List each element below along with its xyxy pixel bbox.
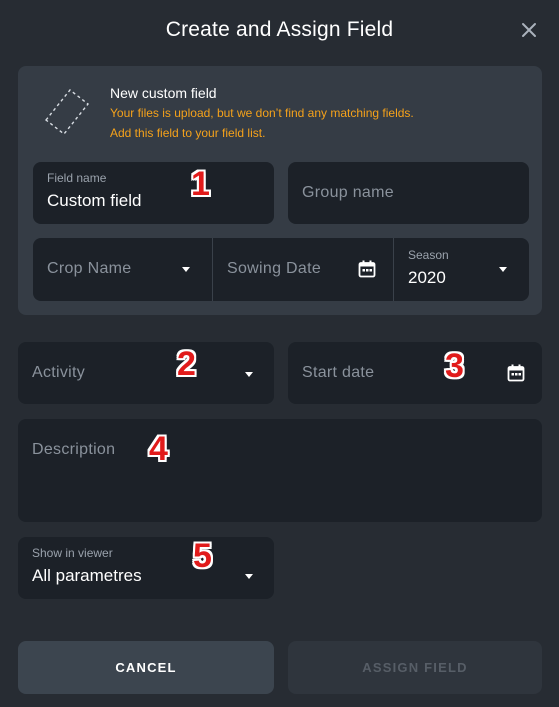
annotation-marker-3: 3 [445, 347, 464, 385]
chevron-down-icon [499, 267, 507, 272]
info-message-line2: Add this field to your field list. [110, 126, 266, 140]
show-in-viewer-select[interactable]: Show in viewer All parametres [18, 537, 274, 599]
close-button[interactable] [517, 18, 541, 42]
info-title: New custom field [110, 85, 217, 101]
show-in-viewer-value: All parametres [32, 566, 142, 585]
sowing-date-placeholder: Sowing Date [227, 260, 322, 277]
field-name-label: Field name [47, 171, 107, 185]
create-assign-field-dialog: Create and Assign Field New custom field… [0, 0, 559, 707]
season-label: Season [408, 248, 449, 262]
season-value: 2020 [408, 268, 446, 287]
annotation-marker-4: 4 [149, 430, 168, 468]
activity-placeholder: Activity [32, 364, 86, 381]
annotation-marker-5: 5 [193, 537, 212, 575]
info-message-line1: Your files is upload, but we don’t find … [110, 106, 414, 120]
field-name-input[interactable]: Field name Custom field [33, 162, 274, 224]
description-textarea[interactable]: Description [18, 419, 542, 522]
calendar-icon[interactable] [507, 364, 525, 382]
season-select[interactable]: Season 2020 [394, 238, 529, 301]
cancel-button[interactable]: CANCEL [18, 641, 274, 694]
chevron-down-icon [182, 267, 190, 272]
chevron-down-icon [245, 372, 253, 377]
start-date-placeholder: Start date [302, 364, 375, 381]
annotation-marker-1: 1 [191, 165, 210, 203]
sowing-date-input[interactable]: Sowing Date [213, 238, 393, 301]
dashed-field-icon [45, 89, 89, 135]
dialog-title: Create and Assign Field [165, 18, 394, 41]
annotation-marker-2: 2 [177, 345, 196, 383]
assign-field-button[interactable]: ASSIGN FIELD [288, 641, 542, 694]
field-name-value: Custom field [47, 191, 142, 210]
show-in-viewer-label: Show in viewer [32, 546, 113, 560]
group-name-placeholder: Group name [302, 184, 394, 201]
crop-name-placeholder: Crop Name [47, 260, 132, 277]
calendar-icon[interactable] [358, 260, 376, 278]
start-date-input[interactable]: Start date [288, 342, 542, 404]
close-icon [522, 23, 536, 37]
activity-select[interactable]: Activity [18, 342, 274, 404]
description-placeholder: Description [32, 441, 116, 458]
crop-name-select[interactable]: Crop Name [33, 238, 212, 301]
chevron-down-icon [245, 574, 253, 579]
group-name-input[interactable]: Group name [288, 162, 529, 224]
